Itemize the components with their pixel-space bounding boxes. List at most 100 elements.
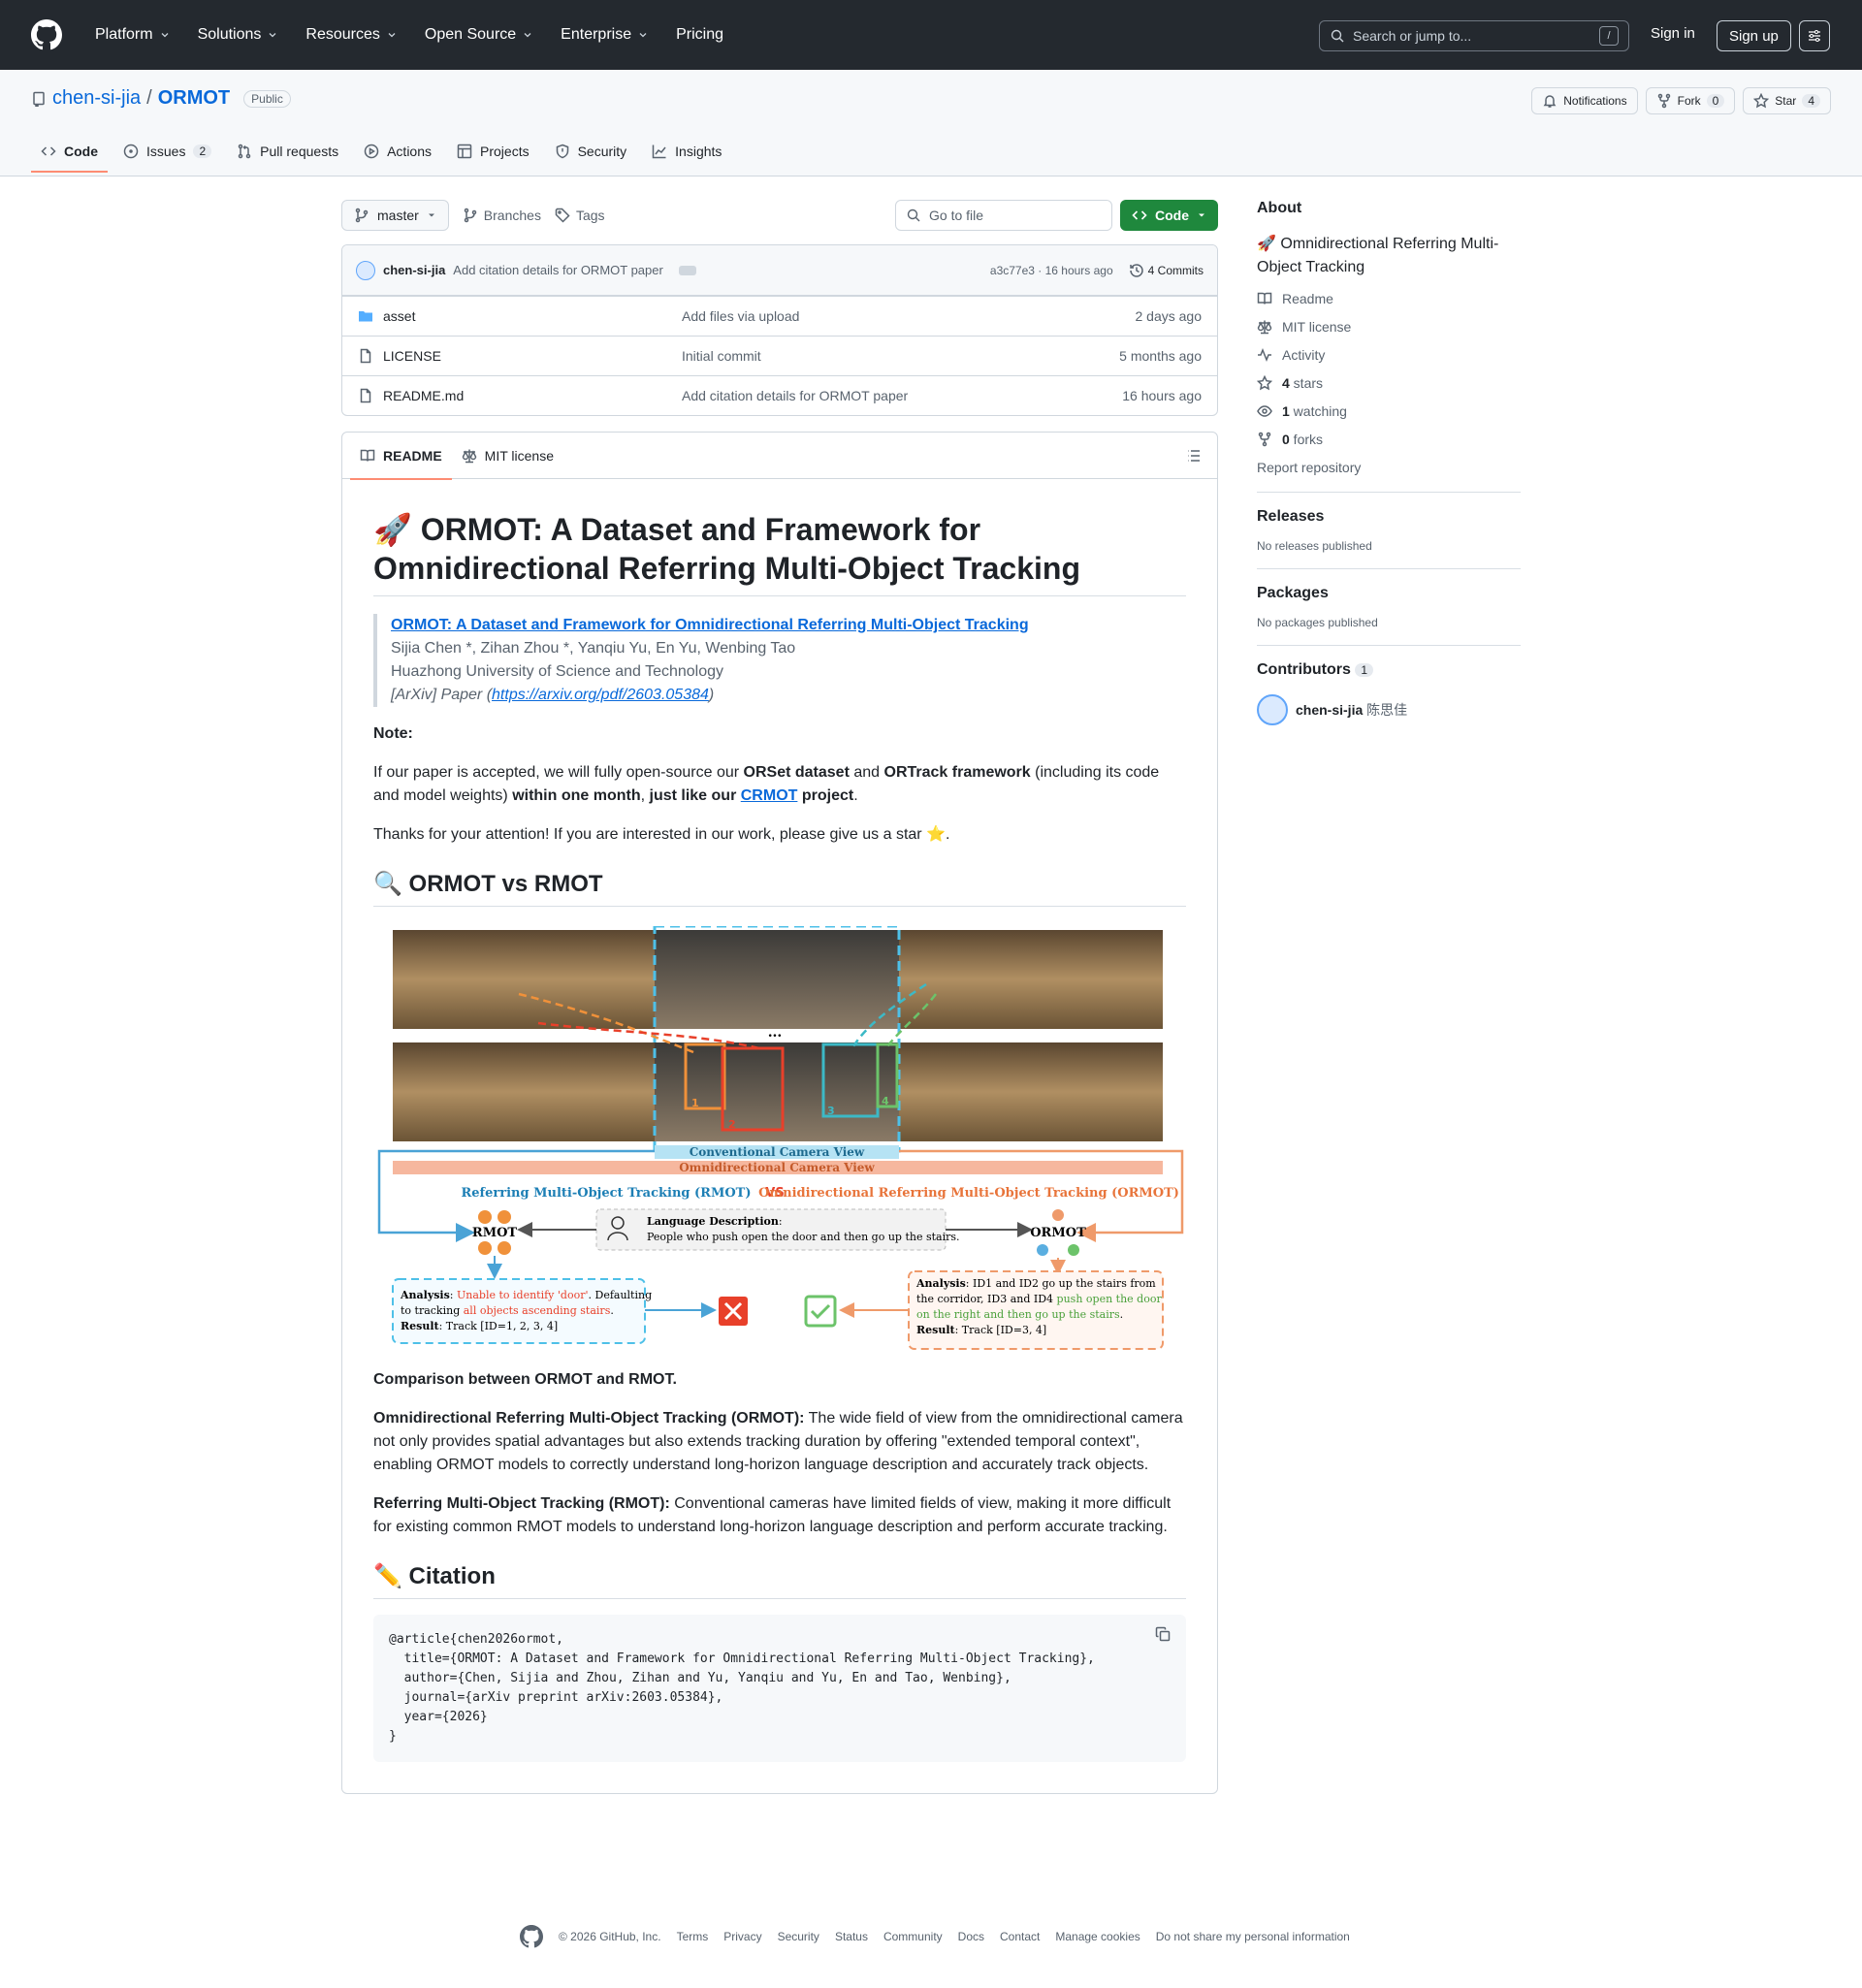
file-commit-message[interactable]: Add files via upload: [682, 308, 1136, 324]
sidebar-label: Activity: [1282, 346, 1326, 363]
sidebar-stars-link[interactable]: 4 stars: [1257, 373, 1521, 392]
code-button-label: Code: [1155, 208, 1189, 223]
paper-title-link[interactable]: ORMOT: A Dataset and Framework for Omnid…: [391, 617, 1029, 633]
arxiv-link[interactable]: https://arxiv.org/pdf/2603.05384: [492, 687, 709, 703]
citation-codeblock[interactable]: @article{chen2026ormot, title={ORMOT: A …: [373, 1615, 1186, 1762]
sidebar-activity-link[interactable]: Activity: [1257, 345, 1521, 364]
file-commit-message[interactable]: Add citation details for ORMOT paper: [682, 388, 1122, 403]
file-name-link[interactable]: README.md: [383, 388, 464, 403]
tab-label: MIT license: [484, 447, 554, 464]
search-input[interactable]: Search or jump to... /: [1319, 20, 1629, 51]
page-footer: © 2026 GitHub, Inc. Terms Privacy Securi…: [520, 1925, 1350, 1948]
branch-select-button[interactable]: master: [341, 200, 449, 231]
list-icon[interactable]: [1186, 448, 1202, 464]
result-label: Result: [916, 1324, 956, 1336]
nav-pricing[interactable]: Pricing: [666, 18, 733, 51]
tab-issues[interactable]: Issues 2: [113, 136, 221, 171]
file-commit-message[interactable]: Initial commit: [682, 348, 1119, 364]
readme-panel: README MIT license 🚀 ORMOT: A Dataset an…: [341, 432, 1218, 1794]
tab-actions[interactable]: Actions: [354, 136, 441, 171]
nav-label: Resources: [305, 26, 380, 43]
tab-pull-requests[interactable]: Pull requests: [227, 136, 348, 171]
note-orset: ORSet dataset: [743, 764, 850, 781]
releases-heading[interactable]: Releases: [1257, 508, 1521, 526]
rmot-title: Referring Multi-Object Tracking (RMOT): [461, 1186, 751, 1201]
file-row[interactable]: LICENSE Initial commit 5 months ago: [342, 336, 1217, 375]
appearance-settings-button[interactable]: [1799, 20, 1830, 51]
repo-name-link[interactable]: ORMOT: [158, 87, 230, 110]
copy-icon[interactable]: [1155, 1626, 1171, 1642]
tab-security[interactable]: Security: [545, 136, 637, 171]
crmot-link[interactable]: CRMOT: [741, 787, 798, 804]
branches-link[interactable]: Branches: [463, 208, 541, 223]
sidebar-license-link[interactable]: MIT license: [1257, 317, 1521, 336]
folder-icon: [359, 311, 372, 322]
search-placeholder: Search or jump to...: [1353, 28, 1472, 44]
fork-icon: [1258, 432, 1271, 446]
commit-hash-time[interactable]: a3c77e3 · 16 hours ago: [990, 264, 1113, 277]
expand-commit-button[interactable]: [678, 265, 696, 275]
star-icon: [1257, 374, 1272, 390]
code-dropdown-button[interactable]: Code: [1120, 200, 1218, 231]
sign-in-link[interactable]: Sign in: [1651, 25, 1695, 42]
file-date: 2 days ago: [1135, 308, 1203, 324]
commits-link[interactable]: 4 Commits: [1129, 263, 1204, 278]
commit-author-link[interactable]: chen-si-jia: [383, 263, 445, 277]
nav-platform[interactable]: Platform: [85, 18, 180, 51]
arxiv-suffix: ): [708, 687, 715, 703]
analysis-text: : ID1 and ID2 go up the stairs from: [966, 1277, 1156, 1290]
file-icon: [360, 388, 371, 403]
footer-terms-link[interactable]: Terms: [677, 1930, 709, 1943]
result-label: Result: [401, 1320, 440, 1332]
avatar[interactable]: [356, 260, 375, 280]
report-repository-link[interactable]: Report repository: [1257, 458, 1521, 476]
footer-privacy-link[interactable]: Privacy: [723, 1930, 761, 1943]
file-name-link[interactable]: asset: [383, 308, 415, 324]
svg-text:Result: Track [ID=3, 4]: Result: Track [ID=3, 4]: [916, 1324, 1046, 1336]
sidebar-watching-link[interactable]: 1 watching: [1257, 401, 1521, 420]
main-column: master Branches Tags Go to file Code che…: [341, 200, 1218, 1794]
commit-message-link[interactable]: Add citation details for ORMOT paper: [453, 263, 663, 277]
contributors-count: 1: [1355, 663, 1374, 677]
footer-status-link[interactable]: Status: [835, 1930, 868, 1943]
fork-button[interactable]: Fork 0: [1645, 87, 1736, 114]
tab-insights[interactable]: Insights: [642, 136, 731, 171]
nav-open-source[interactable]: Open Source: [415, 18, 543, 51]
note-label: Note:: [373, 725, 413, 742]
sidebar-forks-link[interactable]: 0 forks: [1257, 430, 1521, 448]
sidebar-readme-link[interactable]: Readme: [1257, 289, 1521, 307]
nav-resources[interactable]: Resources: [296, 18, 406, 51]
tab-readme[interactable]: README: [350, 433, 452, 480]
stairs-bottom: [655, 1042, 899, 1141]
sign-up-button[interactable]: Sign up: [1717, 20, 1791, 51]
packages-heading[interactable]: Packages: [1257, 585, 1521, 602]
tab-projects[interactable]: Projects: [447, 136, 539, 171]
file-name-link[interactable]: LICENSE: [383, 348, 441, 364]
contributor-item[interactable]: chen-si-jia 陈思佳: [1257, 694, 1521, 725]
footer-privacy-choice-link[interactable]: Do not share my personal information: [1156, 1930, 1350, 1943]
branch-name: master: [377, 208, 419, 223]
footer-community-link[interactable]: Community: [883, 1930, 943, 1943]
file-row[interactable]: README.md Add citation details for ORMOT…: [342, 375, 1217, 415]
github-logo-icon[interactable]: [520, 1925, 543, 1948]
footer-docs-link[interactable]: Docs: [958, 1930, 984, 1943]
footer-contact-link[interactable]: Contact: [1000, 1930, 1040, 1943]
footer-cookies-link[interactable]: Manage cookies: [1055, 1930, 1140, 1943]
tab-code[interactable]: Code: [31, 136, 108, 173]
box-id-2: 2: [728, 1118, 736, 1131]
github-logo-icon[interactable]: [31, 19, 62, 50]
file-row[interactable]: asset Add files via upload 2 days ago: [342, 296, 1217, 336]
nav-enterprise[interactable]: Enterprise: [551, 18, 658, 51]
nav-solutions[interactable]: Solutions: [188, 18, 289, 51]
tags-link[interactable]: Tags: [555, 208, 605, 223]
star-button[interactable]: Star 4: [1743, 87, 1831, 114]
omni-view-label: Omnidirectional Camera View: [679, 1161, 875, 1174]
tab-label: Insights: [675, 144, 722, 159]
tab-license[interactable]: MIT license: [452, 433, 563, 479]
go-to-file-input[interactable]: Go to file: [895, 200, 1112, 231]
avatar[interactable]: [1257, 694, 1288, 725]
contributors-heading[interactable]: Contributors 1: [1257, 661, 1521, 679]
notifications-button[interactable]: Notifications: [1531, 87, 1638, 114]
footer-security-link[interactable]: Security: [778, 1930, 819, 1943]
repo-owner-link[interactable]: chen-si-jia: [52, 87, 141, 110]
